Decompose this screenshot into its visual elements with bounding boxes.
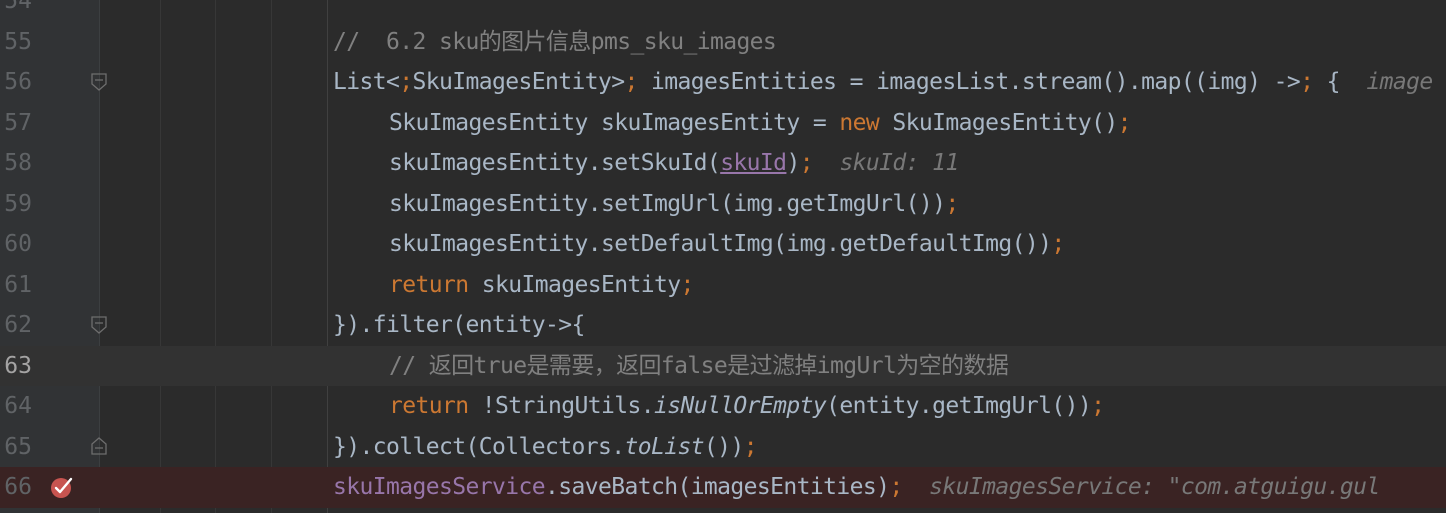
code-line[interactable]: 55 // 6.2 sku的图片信息pms_sku_images: [0, 22, 1446, 63]
line-number: 55: [4, 28, 32, 55]
code-text: skuImagesEntity.setSkuId(skuId); skuId: …: [389, 150, 959, 176]
fold-end-icon[interactable]: [91, 436, 107, 455]
code-line[interactable]: 60 skuImagesEntity.setDefaultImg(img.get…: [0, 224, 1446, 265]
code-line[interactable]: 56 List<;SkuImagesEntity>; imagesEntitie…: [0, 62, 1446, 103]
code-text: }).collect(Collectors.toList());: [333, 433, 758, 460]
code-editor[interactable]: 54 55 // 6.2 sku的图片信息pms_sku_images 56 L…: [0, 0, 1446, 513]
line-number: 54: [4, 0, 32, 14]
code-text: skuImagesEntity.setImgUrl(img.getImgUrl(…: [389, 190, 959, 217]
line-number: 59: [4, 190, 32, 217]
code-line[interactable]: 64 return !StringUtils.isNullOrEmpty(ent…: [0, 386, 1446, 427]
code-line[interactable]: 57 SkuImagesEntity skuImagesEntity = new…: [0, 103, 1446, 144]
line-number: 62: [4, 312, 32, 338]
line-number: 63: [4, 352, 32, 379]
code-line[interactable]: 54: [0, 0, 1446, 22]
fold-start-icon[interactable]: [91, 73, 107, 91]
code-text: }).filter(entity->{: [333, 312, 585, 338]
code-line[interactable]: 59 skuImagesEntity.setImgUrl(img.getImgU…: [0, 184, 1446, 225]
breakpoint-check-icon[interactable]: [49, 474, 75, 500]
code-text: SkuImagesEntity skuImagesEntity = new Sk…: [389, 109, 1131, 136]
code-line[interactable]: 58 skuImagesEntity.setSkuId(skuId); skuI…: [0, 143, 1446, 184]
code-text: return skuImagesEntity;: [389, 271, 694, 298]
line-number: 64: [4, 393, 32, 419]
code-line[interactable]: 62 }).filter(entity->{: [0, 305, 1446, 346]
inlay-hint: skuId: 11: [839, 150, 959, 176]
fold-start-icon[interactable]: [91, 316, 107, 334]
line-number: 56: [4, 69, 32, 95]
line-number: 57: [4, 109, 32, 136]
code-line[interactable]: 65 }).collect(Collectors.toList());: [0, 427, 1446, 468]
code-text: return !StringUtils.isNullOrEmpty(entity…: [389, 393, 1105, 419]
line-number: 60: [4, 231, 32, 257]
code-text: skuImagesEntity.setDefaultImg(img.getDef…: [389, 231, 1065, 257]
code-text: List<;SkuImagesEntity>; imagesEntities =…: [333, 69, 1433, 95]
current-code-line[interactable]: 63 // 返回true是需要，返回false是过滤掉imgUrl为空的数据: [0, 345, 1446, 386]
line-number: 61: [4, 271, 32, 298]
code-line[interactable]: 61 return skuImagesEntity;: [0, 265, 1446, 306]
code-comment: // 返回true是需要，返回false是过滤掉imgUrl为空的数据: [389, 352, 1009, 379]
line-number: 65: [4, 433, 32, 460]
breakpoint-code-line[interactable]: 66 skuImagesService.saveBatch(imagesEnti…: [0, 467, 1446, 508]
line-number: 58: [4, 150, 32, 176]
line-number: 66: [4, 474, 32, 500]
inlay-hint: skuImagesService: "com.atguigu.gul: [929, 474, 1380, 500]
code-text: skuImagesService.saveBatch(imagesEntitie…: [333, 474, 1380, 500]
inlay-hint: image: [1366, 69, 1433, 95]
code-comment: // 6.2 sku的图片信息pms_sku_images: [333, 28, 777, 55]
